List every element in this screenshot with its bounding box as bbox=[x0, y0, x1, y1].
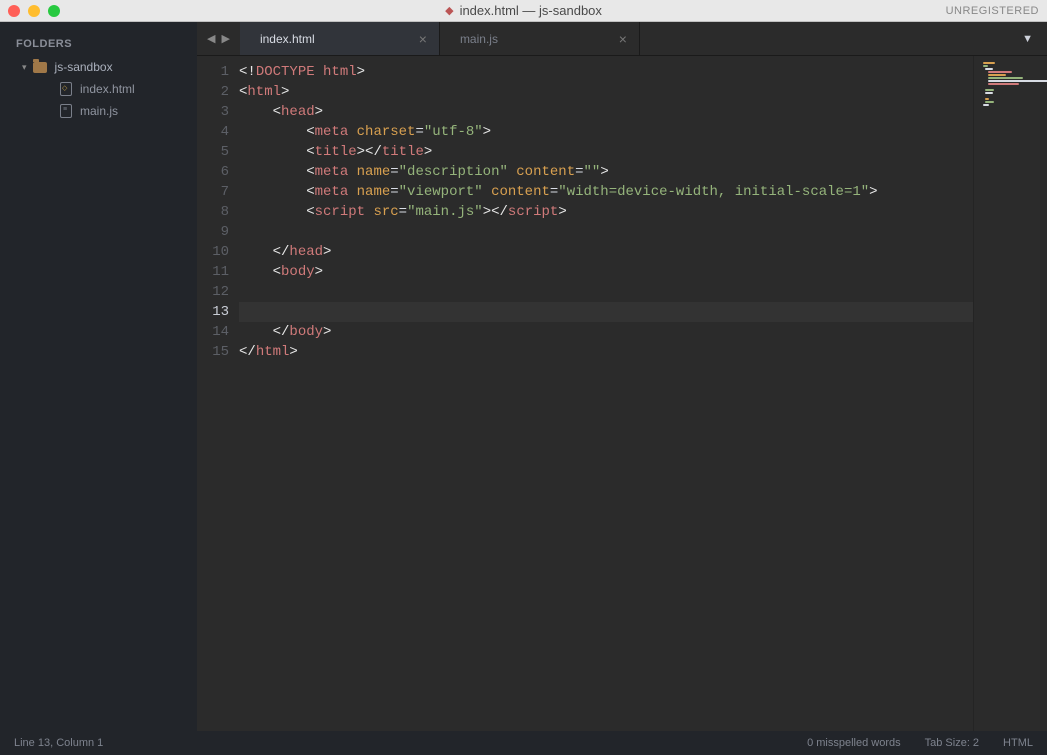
close-icon[interactable]: × bbox=[619, 31, 627, 47]
code-line[interactable] bbox=[239, 222, 973, 242]
minimap-line bbox=[985, 89, 994, 91]
tabbar: ◀ ▶ index.html × main.js × ▼ bbox=[197, 22, 1047, 56]
nav-forward-icon[interactable]: ▶ bbox=[221, 32, 229, 45]
tab-label: index.html bbox=[260, 32, 315, 46]
minimap-line bbox=[988, 71, 1012, 73]
sidebar-folder[interactable]: js-sandbox bbox=[0, 56, 197, 78]
code-body[interactable]: <!DOCTYPE html><html> <head> <meta chars… bbox=[239, 56, 973, 731]
statusbar: Line 13, Column 1 0 misspelled words Tab… bbox=[0, 731, 1047, 755]
gutter: 123456789101112131415 bbox=[197, 56, 239, 731]
tab-main-js[interactable]: main.js × bbox=[440, 22, 640, 55]
file-icon: ◆ bbox=[445, 4, 453, 17]
sidebar: FOLDERS js-sandbox index.html main.js bbox=[0, 22, 197, 731]
code-line[interactable]: <meta charset="utf-8"> bbox=[239, 122, 973, 142]
code-line[interactable] bbox=[239, 302, 973, 322]
line-number[interactable]: 6 bbox=[197, 162, 229, 182]
minimap-line bbox=[985, 68, 993, 70]
minimap-line bbox=[988, 80, 1047, 82]
minimap-line bbox=[985, 98, 989, 100]
line-number[interactable]: 14 bbox=[197, 322, 229, 342]
line-number[interactable]: 4 bbox=[197, 122, 229, 142]
sidebar-file[interactable]: index.html bbox=[0, 78, 197, 100]
code-line[interactable]: <meta name="viewport" content="width=dev… bbox=[239, 182, 973, 202]
minimap-line bbox=[983, 104, 989, 106]
tab-label: main.js bbox=[460, 32, 498, 46]
file-icon bbox=[60, 104, 72, 118]
code-line[interactable]: </html> bbox=[239, 342, 973, 362]
code-line[interactable]: </head> bbox=[239, 242, 973, 262]
line-number[interactable]: 8 bbox=[197, 202, 229, 222]
line-number[interactable]: 13 bbox=[197, 302, 229, 322]
editor-area: ◀ ▶ index.html×main.js× ▼ 12345678910111… bbox=[197, 22, 1047, 731]
nav-arrows[interactable]: ◀ ▶ bbox=[197, 22, 240, 55]
unregistered-label: UNREGISTERED bbox=[946, 5, 1039, 17]
line-number[interactable]: 12 bbox=[197, 282, 229, 302]
sidebar-header: FOLDERS bbox=[0, 32, 197, 56]
code-line[interactable] bbox=[239, 282, 973, 302]
minimap-line bbox=[983, 62, 995, 64]
code-line[interactable]: <title></title> bbox=[239, 142, 973, 162]
line-number[interactable]: 2 bbox=[197, 82, 229, 102]
main-area: FOLDERS js-sandbox index.html main.js ◀ ▶… bbox=[0, 22, 1047, 731]
folder-icon bbox=[33, 62, 47, 73]
line-number[interactable]: 5 bbox=[197, 142, 229, 162]
minimap-line bbox=[983, 86, 987, 88]
minimap-line bbox=[988, 77, 1023, 79]
line-number[interactable]: 11 bbox=[197, 262, 229, 282]
code-line[interactable]: <html> bbox=[239, 82, 973, 102]
file-label: index.html bbox=[80, 82, 135, 96]
minimap-line bbox=[983, 65, 988, 67]
line-number[interactable]: 1 bbox=[197, 62, 229, 82]
code-line[interactable]: <!DOCTYPE html> bbox=[239, 62, 973, 82]
tab-index-html[interactable]: index.html × bbox=[240, 22, 440, 55]
minimize-icon[interactable] bbox=[28, 5, 40, 17]
line-number[interactable]: 15 bbox=[197, 342, 229, 362]
line-number[interactable]: 10 bbox=[197, 242, 229, 262]
code-editor[interactable]: 123456789101112131415 <!DOCTYPE html><ht… bbox=[197, 56, 1047, 731]
code-line[interactable]: <meta name="description" content=""> bbox=[239, 162, 973, 182]
status-tabsize[interactable]: Tab Size: 2 bbox=[925, 737, 979, 749]
window-title: ◆ index.html — js-sandbox bbox=[445, 3, 602, 18]
line-number[interactable]: 9 bbox=[197, 222, 229, 242]
file-label: main.js bbox=[80, 104, 118, 118]
window: ◆ index.html — js-sandbox UNREGISTERED F… bbox=[0, 0, 1047, 755]
titlebar[interactable]: ◆ index.html — js-sandbox UNREGISTERED bbox=[0, 0, 1047, 22]
minimap-line bbox=[985, 92, 993, 94]
line-number[interactable]: 3 bbox=[197, 102, 229, 122]
minimap-line bbox=[988, 83, 1019, 85]
status-syntax[interactable]: HTML bbox=[1003, 737, 1033, 749]
maximize-icon[interactable] bbox=[48, 5, 60, 17]
minimap-line bbox=[985, 101, 994, 103]
nav-back-icon[interactable]: ◀ bbox=[207, 32, 215, 45]
code-line[interactable]: <head> bbox=[239, 102, 973, 122]
line-number[interactable]: 7 bbox=[197, 182, 229, 202]
file-icon bbox=[60, 82, 72, 96]
tab-overflow-button[interactable]: ▼ bbox=[1008, 22, 1047, 55]
traffic-lights bbox=[8, 5, 60, 17]
code-line[interactable]: <body> bbox=[239, 262, 973, 282]
status-position[interactable]: Line 13, Column 1 bbox=[14, 737, 103, 749]
code-line[interactable]: <script src="main.js"></script> bbox=[239, 202, 973, 222]
close-icon[interactable] bbox=[8, 5, 20, 17]
minimap-line bbox=[988, 74, 1006, 76]
close-icon[interactable]: × bbox=[419, 31, 427, 47]
title-text: index.html — js-sandbox bbox=[460, 3, 602, 18]
status-spell[interactable]: 0 misspelled words bbox=[807, 737, 901, 749]
folder-label: js-sandbox bbox=[55, 60, 113, 74]
code-line[interactable]: </body> bbox=[239, 322, 973, 342]
minimap[interactable] bbox=[973, 56, 1047, 731]
sidebar-file[interactable]: main.js bbox=[0, 100, 197, 122]
minimap-line bbox=[983, 95, 987, 97]
